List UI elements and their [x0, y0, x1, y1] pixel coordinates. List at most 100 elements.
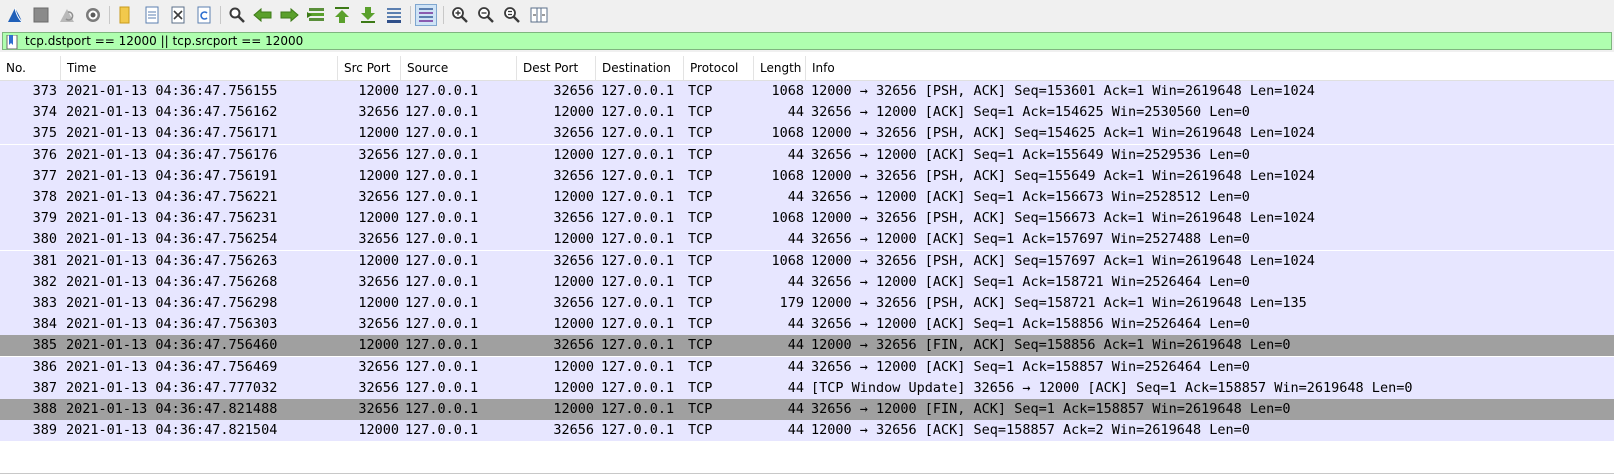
- go-back-icon[interactable]: [252, 4, 274, 26]
- cell-src-port: 32656: [358, 401, 399, 417]
- cell-info: 12000 → 32656 [PSH, ACK] Seq=154625 Ack=…: [811, 125, 1315, 142]
- packet-row[interactable]: 383 2021-01-13 04:36:47.756298 12000 127.0.…: [0, 293, 1614, 314]
- zoom-out-icon[interactable]: [475, 4, 497, 26]
- close-file-icon[interactable]: [167, 4, 189, 26]
- column-header-source[interactable]: Source: [401, 56, 517, 80]
- auto-scroll-icon[interactable]: [383, 4, 405, 26]
- packet-row[interactable]: 389 2021-01-13 04:36:47.821504 12000 127.0.…: [0, 420, 1614, 442]
- cell-src-port: 12000: [358, 295, 399, 311]
- cell-no: 383: [32, 295, 57, 311]
- go-to-packet-icon[interactable]: [305, 4, 327, 26]
- cell-src-port: 12000: [358, 422, 399, 439]
- cell-no: 373: [32, 83, 57, 99]
- cell-protocol: TCP: [688, 252, 713, 269]
- cell-no: 386: [32, 358, 57, 375]
- cell-protocol: TCP: [688, 146, 713, 163]
- go-first-packet-icon[interactable]: [331, 4, 353, 26]
- packet-row[interactable]: 379 2021-01-13 04:36:47.756231 12000 127.0.…: [0, 208, 1614, 230]
- cell-source: 127.0.0.1: [405, 189, 479, 205]
- capture-options-gear-icon[interactable]: [82, 4, 104, 26]
- open-file-icon[interactable]: [114, 4, 136, 26]
- column-header-protocol[interactable]: Protocol: [684, 56, 754, 80]
- cell-length: 1068: [771, 252, 804, 269]
- cell-destination: 127.0.0.1: [601, 167, 675, 184]
- column-header-time[interactable]: Time: [61, 56, 338, 80]
- colorize-packet-list-icon[interactable]: [415, 4, 437, 26]
- cell-time: 2021-01-13 04:36:47.756254: [66, 231, 278, 248]
- cell-src-port: 12000: [358, 83, 399, 99]
- packet-row[interactable]: 387 2021-01-13 04:36:47.777032 32656 127.0.…: [0, 377, 1614, 399]
- go-last-packet-icon[interactable]: [357, 4, 379, 26]
- cell-src-port: 32656: [358, 273, 399, 290]
- cell-time: 2021-01-13 04:36:47.756303: [66, 316, 278, 333]
- packet-row[interactable]: 380 2021-01-13 04:36:47.756254 32656 127.0.…: [0, 229, 1614, 251]
- bookmark-icon[interactable]: [6, 34, 18, 52]
- packet-row[interactable]: 386 2021-01-13 04:36:47.756469 32656 127.0.…: [0, 356, 1614, 378]
- column-header-no[interactable]: No.: [0, 56, 61, 80]
- zoom-in-icon[interactable]: [449, 4, 471, 26]
- cell-source: 127.0.0.1: [405, 210, 479, 227]
- cell-length: 44: [787, 358, 804, 375]
- cell-dest-port: 32656: [553, 210, 594, 227]
- save-file-icon[interactable]: [141, 4, 163, 26]
- resize-columns-icon[interactable]: [528, 4, 550, 26]
- column-header-destination[interactable]: Destination: [596, 56, 684, 80]
- packet-row[interactable]: 375 2021-01-13 04:36:47.756171 12000 127.0.…: [0, 123, 1614, 145]
- cell-length: 1068: [771, 167, 804, 184]
- column-header-dest-port[interactable]: Dest Port: [517, 56, 596, 80]
- packet-row[interactable]: 374 2021-01-13 04:36:47.756162 32656 127.0.…: [0, 102, 1614, 124]
- packet-row[interactable]: 378 2021-01-13 04:36:47.756221 32656 127.0.…: [0, 187, 1614, 208]
- go-forward-icon[interactable]: [278, 4, 300, 26]
- cell-length: 1068: [771, 210, 804, 227]
- cell-length: 44: [787, 189, 804, 205]
- packet-row[interactable]: 373 2021-01-13 04:36:47.756155 12000 127.0.…: [0, 81, 1614, 102]
- packet-row[interactable]: 382 2021-01-13 04:36:47.756268 32656 127.0.…: [0, 271, 1614, 293]
- packet-row[interactable]: 376 2021-01-13 04:36:47.756176 32656 127.0.…: [0, 144, 1614, 166]
- cell-no: 377: [32, 167, 57, 184]
- cell-dest-port: 32656: [553, 337, 594, 354]
- cell-destination: 127.0.0.1: [601, 295, 675, 311]
- cell-info: 32656 → 12000 [FIN, ACK] Seq=1 Ack=15885…: [811, 401, 1291, 417]
- cell-time: 2021-01-13 04:36:47.756191: [66, 167, 278, 184]
- cell-src-port: 32656: [358, 189, 399, 205]
- cell-length: 44: [787, 231, 804, 248]
- packet-list-header: No. Time Src Port Source Dest Port Desti…: [0, 56, 1614, 81]
- cell-protocol: TCP: [688, 401, 713, 417]
- packet-row[interactable]: 381 2021-01-13 04:36:47.756263 12000 127.0.…: [0, 250, 1614, 272]
- cell-time: 2021-01-13 04:36:47.756171: [66, 125, 278, 142]
- packet-row[interactable]: 388 2021-01-13 04:36:47.821488 32656 127.0.…: [0, 399, 1614, 420]
- column-header-length[interactable]: Length: [754, 56, 806, 80]
- cell-no: 374: [32, 104, 57, 121]
- restart-capture-icon[interactable]: [56, 4, 78, 26]
- cell-source: 127.0.0.1: [405, 83, 479, 99]
- cell-dest-port: 32656: [553, 125, 594, 142]
- cell-length: 44: [787, 273, 804, 290]
- column-header-src-port[interactable]: Src Port: [338, 56, 401, 80]
- cell-time: 2021-01-13 04:36:47.821488: [66, 401, 278, 417]
- cell-dest-port: 12000: [553, 316, 594, 333]
- cell-info: 12000 → 32656 [ACK] Seq=158857 Ack=2 Win…: [811, 422, 1250, 439]
- cell-info: 12000 → 32656 [PSH, ACK] Seq=153601 Ack=…: [811, 83, 1315, 99]
- cell-source: 127.0.0.1: [405, 422, 479, 439]
- packet-row[interactable]: 384 2021-01-13 04:36:47.756303 32656 127.0.…: [0, 314, 1614, 336]
- column-header-info[interactable]: Info: [806, 56, 1614, 80]
- cell-time: 2021-01-13 04:36:47.756176: [66, 146, 278, 163]
- stop-capture-icon[interactable]: [30, 4, 52, 26]
- cell-source: 127.0.0.1: [405, 316, 479, 333]
- start-capture-icon[interactable]: [4, 4, 26, 26]
- display-filter-input[interactable]: tcp.dstport == 12000 || tcp.srcport == 1…: [2, 32, 1612, 50]
- cell-src-port: 32656: [358, 104, 399, 121]
- zoom-normal-icon[interactable]: [501, 4, 523, 26]
- cell-destination: 127.0.0.1: [601, 146, 675, 163]
- cell-time: 2021-01-13 04:36:47.756298: [66, 295, 278, 311]
- cell-time: 2021-01-13 04:36:47.756460: [66, 337, 278, 354]
- cell-destination: 127.0.0.1: [601, 83, 675, 99]
- reload-file-icon[interactable]: [193, 4, 215, 26]
- cell-time: 2021-01-13 04:36:47.756155: [66, 83, 278, 99]
- cell-protocol: TCP: [688, 210, 713, 227]
- packet-row[interactable]: 377 2021-01-13 04:36:47.756191 12000 127.0.…: [0, 165, 1614, 187]
- cell-destination: 127.0.0.1: [601, 358, 675, 375]
- packet-row[interactable]: 385 2021-01-13 04:36:47.756460 12000 127.0.…: [0, 335, 1614, 357]
- find-packet-icon[interactable]: [226, 4, 248, 26]
- cell-info: 32656 → 12000 [ACK] Seq=1 Ack=156673 Win…: [811, 189, 1250, 205]
